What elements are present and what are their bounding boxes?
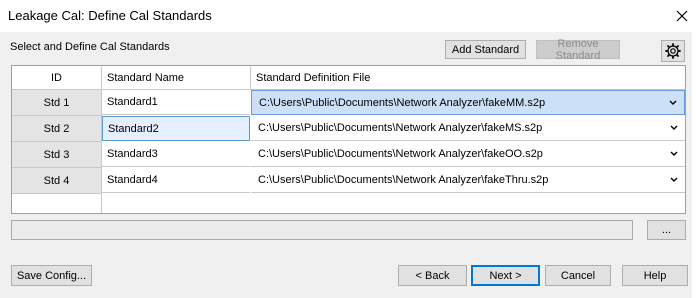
- column-header-definition-file[interactable]: Standard Definition File: [256, 72, 370, 84]
- standard-name-text: Standard2: [108, 122, 159, 135]
- remove-standard-button[interactable]: Remove Standard: [536, 38, 620, 62]
- row-id-cell[interactable]: Std 1: [12, 90, 101, 116]
- definition-file-dropdown[interactable]: C:\Users\Public\Documents\Network Analyz…: [251, 116, 685, 141]
- standard-name-text: Standard3: [107, 148, 158, 160]
- chevron-down-icon: [669, 100, 677, 105]
- row-id-cell[interactable]: Std 4: [12, 168, 101, 194]
- back-button[interactable]: < Back: [398, 265, 467, 286]
- chevron-down-icon: [670, 125, 678, 130]
- column-header-id[interactable]: ID: [12, 72, 101, 84]
- standard-name-cell[interactable]: Standard3: [102, 142, 250, 167]
- section-label: Select and Define Cal Standards: [10, 41, 170, 53]
- help-button[interactable]: Help: [622, 265, 688, 286]
- cancel-button[interactable]: Cancel: [545, 265, 611, 286]
- definition-file-dropdown[interactable]: C:\Users\Public\Documents\Network Analyz…: [251, 90, 685, 115]
- definition-file-dropdown[interactable]: C:\Users\Public\Documents\Network Analyz…: [251, 142, 685, 167]
- definition-file-text: C:\Users\Public\Documents\Network Analyz…: [259, 96, 546, 109]
- next-button[interactable]: Next >: [471, 265, 540, 286]
- standards-grid: ID Standard Name Standard Definition Fil…: [11, 65, 686, 214]
- grid-header: ID Standard Name Standard Definition Fil…: [12, 66, 685, 90]
- window-edge: [692, 32, 700, 298]
- add-standard-button[interactable]: Add Standard: [445, 40, 526, 59]
- chevron-down-icon: [670, 151, 678, 156]
- definition-file-text: C:\Users\Public\Documents\Network Analyz…: [258, 148, 543, 160]
- column-header-standard-name[interactable]: Standard Name: [107, 72, 184, 84]
- title-bar: Leakage Cal: Define Cal Standards: [0, 0, 700, 32]
- file-path-field[interactable]: [11, 220, 633, 240]
- table-row[interactable]: Std 1 Standard1 C:\Users\Public\Document…: [12, 90, 685, 116]
- settings-button[interactable]: [661, 40, 685, 62]
- browse-button[interactable]: ...: [647, 220, 686, 240]
- window-title: Leakage Cal: Define Cal Standards: [8, 8, 212, 23]
- gear-icon: [665, 43, 681, 59]
- standard-name-cell[interactable]: Standard2: [102, 116, 250, 141]
- table-row[interactable]: Std 2 Standard2 C:\Users\Public\Document…: [12, 116, 685, 142]
- standard-name-text: Standard4: [107, 174, 158, 186]
- chevron-down-icon: [670, 177, 678, 182]
- definition-file-text: C:\Users\Public\Documents\Network Analyz…: [258, 174, 549, 186]
- standard-name-cell[interactable]: Standard4: [102, 168, 250, 193]
- standard-name-text: Standard1: [107, 96, 158, 108]
- definition-file-text: C:\Users\Public\Documents\Network Analyz…: [258, 122, 543, 134]
- close-icon: [676, 10, 688, 22]
- close-button[interactable]: [668, 4, 696, 28]
- table-row[interactable]: Std 4 Standard4 C:\Users\Public\Document…: [12, 168, 685, 194]
- standard-name-cell[interactable]: Standard1: [102, 90, 250, 115]
- column-divider: [250, 66, 251, 90]
- row-id-cell[interactable]: Std 2: [12, 116, 101, 142]
- table-row[interactable]: Std 3 Standard3 C:\Users\Public\Document…: [12, 142, 685, 168]
- definition-file-dropdown[interactable]: C:\Users\Public\Documents\Network Analyz…: [251, 168, 685, 193]
- save-config-button[interactable]: Save Config...: [11, 265, 92, 286]
- row-id-cell[interactable]: Std 3: [12, 142, 101, 168]
